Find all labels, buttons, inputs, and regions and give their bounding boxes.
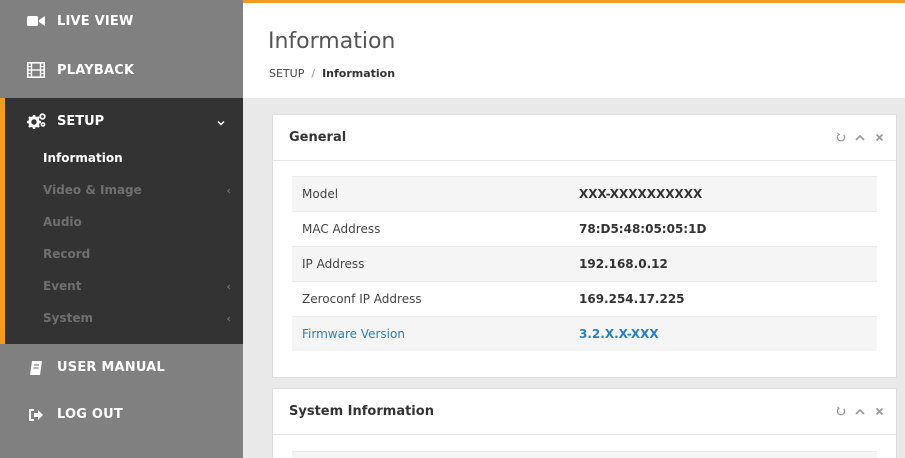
panel-tools <box>836 131 884 143</box>
setup-menu: SETUP Information Video & Image ‹ Audio … <box>0 98 243 344</box>
table-row <box>292 451 877 458</box>
close-icon[interactable] <box>874 405 884 417</box>
chevron-left-icon: ‹ <box>226 183 231 197</box>
nav-log-out-label: LOG OUT <box>57 407 123 422</box>
nav-user-manual[interactable]: USER MANUAL <box>0 344 243 391</box>
submenu-label: Record <box>43 247 91 261</box>
general-panel: General Model XXX-XXXXXXXXXX MAC Address… <box>272 114 897 378</box>
panel-title: General <box>289 130 347 145</box>
page-title: Information <box>268 29 396 54</box>
row-value: 169.254.17.225 <box>579 292 685 306</box>
breadcrumb-current: Information <box>322 67 396 80</box>
submenu-label: System <box>43 311 93 325</box>
nav-playback[interactable]: PLAYBACK <box>0 44 243 96</box>
nav-setup-label: SETUP <box>57 113 105 129</box>
breadcrumb: SETUP / Information <box>269 67 395 80</box>
nav-setup[interactable]: SETUP <box>5 98 243 144</box>
refresh-icon[interactable] <box>836 131 846 143</box>
submenu-label: Information <box>43 151 123 165</box>
row-label: Model <box>302 187 339 201</box>
panel-tools <box>836 405 884 417</box>
table-row: IP Address 192.168.0.12 <box>292 246 877 281</box>
gears-icon <box>27 112 47 130</box>
submenu-audio[interactable]: Audio <box>5 206 243 238</box>
firmware-value-link[interactable]: 3.2.X.X-XXX <box>579 327 659 341</box>
info-table: Model XXX-XXXXXXXXXX MAC Address 78:D5:4… <box>273 161 896 351</box>
system-information-panel: System Information <box>272 388 897 458</box>
nav-log-out[interactable]: LOG OUT <box>0 391 243 438</box>
film-icon <box>27 62 45 78</box>
video-camera-icon <box>27 13 45 29</box>
row-label: Zeroconf IP Address <box>302 292 422 306</box>
close-icon[interactable] <box>874 131 884 143</box>
row-label: MAC Address <box>302 222 381 236</box>
page-header: Information SETUP / Information <box>243 3 905 98</box>
breadcrumb-separator: / <box>311 67 316 80</box>
chevron-left-icon: ‹ <box>226 279 231 293</box>
system-info-table <box>273 435 896 458</box>
panel-header: General <box>273 115 896 161</box>
book-icon <box>27 360 45 376</box>
panel-header: System Information <box>273 389 896 435</box>
submenu-event[interactable]: Event ‹ <box>5 270 243 302</box>
submenu-information[interactable]: Information <box>5 142 243 174</box>
firmware-row[interactable]: Firmware Version 3.2.X.X-XXX <box>292 316 877 351</box>
table-row: Zeroconf IP Address 169.254.17.225 <box>292 281 877 316</box>
nav-live-view[interactable]: LIVE VIEW <box>0 0 243 44</box>
row-value: 192.168.0.12 <box>579 257 668 271</box>
collapse-icon[interactable] <box>855 131 865 143</box>
nav-playback-label: PLAYBACK <box>57 62 135 78</box>
chevron-down-icon <box>217 115 225 130</box>
nav-user-manual-label: USER MANUAL <box>57 360 165 375</box>
breadcrumb-root[interactable]: SETUP <box>269 67 304 80</box>
submenu-label: Audio <box>43 215 82 229</box>
submenu-video-image[interactable]: Video & Image ‹ <box>5 174 243 206</box>
table-row: MAC Address 78:D5:48:05:05:1D <box>292 211 877 246</box>
submenu-label: Event <box>43 279 82 293</box>
sign-out-icon <box>27 407 45 423</box>
chevron-left-icon: ‹ <box>226 311 231 325</box>
nav-live-view-label: LIVE VIEW <box>57 13 134 29</box>
sidebar: LIVE VIEW PLAYBACK SETUP Information Vid… <box>0 0 243 458</box>
submenu-system[interactable]: System ‹ <box>5 302 243 334</box>
row-label: IP Address <box>302 257 365 271</box>
submenu-label: Video & Image <box>43 183 142 197</box>
row-value: 78:D5:48:05:05:1D <box>579 222 707 236</box>
submenu-record[interactable]: Record <box>5 238 243 270</box>
panel-title: System Information <box>289 404 434 419</box>
row-value: XXX-XXXXXXXXXX <box>579 187 703 201</box>
collapse-icon[interactable] <box>855 405 865 417</box>
firmware-link[interactable]: Firmware Version <box>292 327 579 341</box>
table-row: Model XXX-XXXXXXXXXX <box>292 176 877 211</box>
refresh-icon[interactable] <box>836 405 846 417</box>
